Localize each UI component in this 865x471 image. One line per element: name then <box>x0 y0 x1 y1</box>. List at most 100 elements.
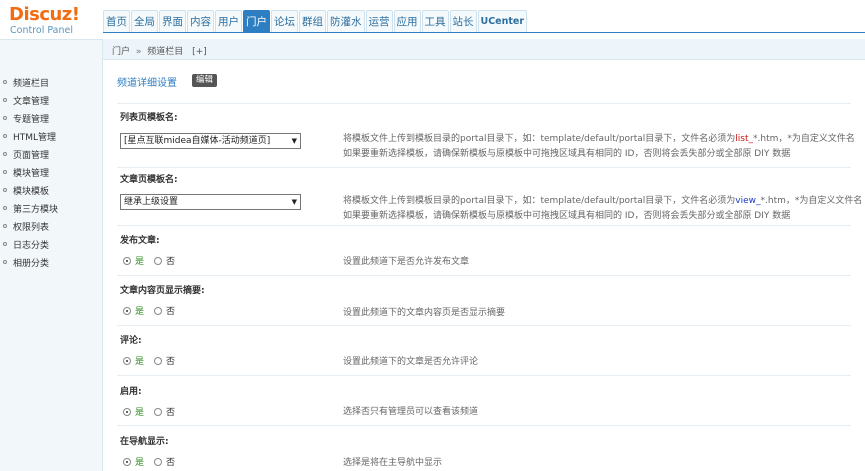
row-divider <box>117 425 851 426</box>
radio-yes[interactable] <box>123 457 131 466</box>
nav-group[interactable]: 群组 <box>299 10 326 32</box>
radio-yes-label[interactable]: 是 <box>135 455 144 468</box>
sidebar-item-block-template[interactable]: 模块模板 <box>0 181 102 199</box>
radio-no-label[interactable]: 否 <box>166 405 175 418</box>
row-divider <box>117 167 851 168</box>
sidebar-item-album-category[interactable]: 相册分类 <box>0 253 102 271</box>
radio-no-label[interactable]: 否 <box>166 354 175 367</box>
tip-text: 如果要重新选择模板，请确保新模板与原模板中可拖拽区域具有相同的 ID，否则将会丢… <box>343 149 791 159</box>
sidebar-item-label: 权限列表 <box>13 222 50 233</box>
sidebar-item-category[interactable]: 频道栏目 <box>0 73 102 91</box>
field-tip: 设置此频道下的文章是否允许评论 <box>343 357 479 367</box>
show-in-nav-row: 在导航显示: 是 否 选择是将在主导航中显示 <box>117 425 851 471</box>
sidebar-item-label: 页面管理 <box>13 150 50 161</box>
radio-group: 是 否 <box>123 405 185 418</box>
article-template-select[interactable]: 继承上级设置 ▼ <box>120 194 301 210</box>
sidebar-item-label: 模块管理 <box>13 168 50 179</box>
nav-tools[interactable]: 工具 <box>421 10 449 32</box>
nav-home[interactable]: 首页 <box>103 10 130 32</box>
radio-group: 是 否 <box>123 354 185 367</box>
sidebar-item-html[interactable]: HTML管理 <box>0 127 102 145</box>
nav-portal[interactable]: 门户 <box>243 10 270 32</box>
breadcrumb-bar: 门户 » 频道栏目 [+] <box>103 39 865 60</box>
radio-group: 是 否 <box>123 254 185 267</box>
field-tip: 设置此频道下的文章内容页是否显示摘要 <box>343 308 506 318</box>
add-to-menu-button[interactable]: [+] <box>192 47 207 57</box>
main-content: 频道详细设置 编辑 列表页模板名: [星点互联midea自媒体-活动频道页] ▼ … <box>103 61 865 471</box>
section-title: 频道详细设置 <box>117 78 177 89</box>
show-summary-row: 文章内容页显示摘要: 是 否 设置此频道下的文章内容页是否显示摘要 <box>117 275 851 325</box>
field-label: 文章内容页显示摘要: <box>120 286 205 296</box>
row-divider <box>117 103 851 104</box>
list-template-row: 列表页模板名: [星点互联midea自媒体-活动频道页] ▼ 将模板文件上传到模板… <box>117 103 855 171</box>
nav-style[interactable]: 界面 <box>159 10 186 32</box>
tip-text: 将模板文件上传到模板目录的portal目录下，如：template/defaul… <box>343 196 736 206</box>
sidebar-item-label: 相册分类 <box>13 258 50 269</box>
field-tip: 设置此频道下是否允许发布文章 <box>343 257 470 267</box>
sidebar-item-label: 文章管理 <box>13 96 50 107</box>
nav-user[interactable]: 用户 <box>215 10 242 32</box>
breadcrumb-separator: » <box>135 47 142 57</box>
logo-text: Discuz! <box>9 4 80 25</box>
bullet-icon <box>3 242 7 246</box>
sidebar-item-label: 日志分类 <box>13 240 50 251</box>
nav-founder[interactable]: 站长 <box>449 10 477 32</box>
sidebar-item-page[interactable]: 页面管理 <box>0 145 102 163</box>
nav-safe[interactable]: 防灌水 <box>327 10 365 32</box>
sidebar-item-topic[interactable]: 专题管理 <box>0 109 102 127</box>
radio-no[interactable] <box>154 256 163 265</box>
sidebar-item-label: 专题管理 <box>13 114 50 125</box>
radio-yes-label[interactable]: 是 <box>135 304 144 317</box>
bullet-icon <box>3 116 7 120</box>
nav-extended[interactable]: 运营 <box>365 10 393 32</box>
nav-ucenter[interactable]: UCenter <box>477 10 528 32</box>
radio-no-label[interactable]: 否 <box>166 455 175 468</box>
nav-forum[interactable]: 论坛 <box>271 10 298 32</box>
list-template-tip: 将模板文件上传到模板目录的portal目录下，如：template/defaul… <box>343 132 855 162</box>
radio-yes[interactable] <box>123 256 131 265</box>
radio-yes-label[interactable]: 是 <box>135 405 144 418</box>
radio-yes[interactable] <box>123 356 131 365</box>
radio-yes[interactable] <box>123 407 131 416</box>
breadcrumb-root[interactable]: 门户 <box>112 47 130 57</box>
bullet-icon <box>3 152 7 156</box>
radio-no[interactable] <box>154 407 163 416</box>
sidebar: 频道栏目 文章管理 专题管理 HTML管理 页面管理 模块管理 模块模板 第三方… <box>0 40 103 471</box>
radio-no-label[interactable]: 否 <box>166 254 175 267</box>
sidebar-item-blog-category[interactable]: 日志分类 <box>0 235 102 253</box>
tip-text: 将模板文件上传到模板目录的portal目录下，如：template/defaul… <box>343 134 736 144</box>
list-template-label: 列表页模板名: <box>120 113 178 123</box>
sidebar-item-label: HTML管理 <box>13 132 57 143</box>
row-divider <box>117 225 851 226</box>
comment-row: 评论: 是 否 设置此频道下的文章是否允许评论 <box>117 325 851 375</box>
field-label: 发布文章: <box>120 236 160 246</box>
radio-no[interactable] <box>154 356 163 365</box>
radio-no[interactable] <box>154 306 163 315</box>
bullet-icon <box>3 170 7 174</box>
list-template-value: [星点互联midea自媒体-活动频道页] <box>124 136 271 146</box>
top-nav: 首页 全局 界面 内容 用户 门户 论坛 群组 防灌水 运营 应用 工具 站长 … <box>103 10 528 32</box>
radio-yes-label[interactable]: 是 <box>135 254 144 267</box>
list-template-select[interactable]: [星点互联midea自媒体-活动频道页] ▼ <box>120 133 301 149</box>
radio-no[interactable] <box>154 457 163 466</box>
row-divider <box>117 275 851 276</box>
sidebar-item-article[interactable]: 文章管理 <box>0 91 102 109</box>
field-tip: 选择否只有管理员可以查看该频道 <box>343 407 479 417</box>
bullet-icon <box>3 80 7 84</box>
sidebar-item-label: 频道栏目 <box>13 78 50 89</box>
radio-yes-label[interactable]: 是 <box>135 354 144 367</box>
publish-article-row: 发布文章: 是 否 设置此频道下是否允许发布文章 <box>117 225 851 275</box>
radio-group: 是 否 <box>123 455 185 468</box>
edit-button[interactable]: 编辑 <box>192 74 218 87</box>
breadcrumb-current: 频道栏目 <box>147 47 184 57</box>
nav-global[interactable]: 全局 <box>131 10 158 32</box>
nav-plugin[interactable]: 应用 <box>393 10 421 32</box>
logo[interactable]: Discuz! Control Panel <box>0 0 103 40</box>
nav-content[interactable]: 内容 <box>187 10 214 32</box>
row-divider <box>117 325 851 326</box>
radio-yes[interactable] <box>123 306 131 315</box>
sidebar-item-block[interactable]: 模块管理 <box>0 163 102 181</box>
sidebar-item-permission[interactable]: 权限列表 <box>0 217 102 235</box>
radio-no-label[interactable]: 否 <box>166 304 175 317</box>
sidebar-item-thirdparty[interactable]: 第三方模块 <box>0 199 102 217</box>
